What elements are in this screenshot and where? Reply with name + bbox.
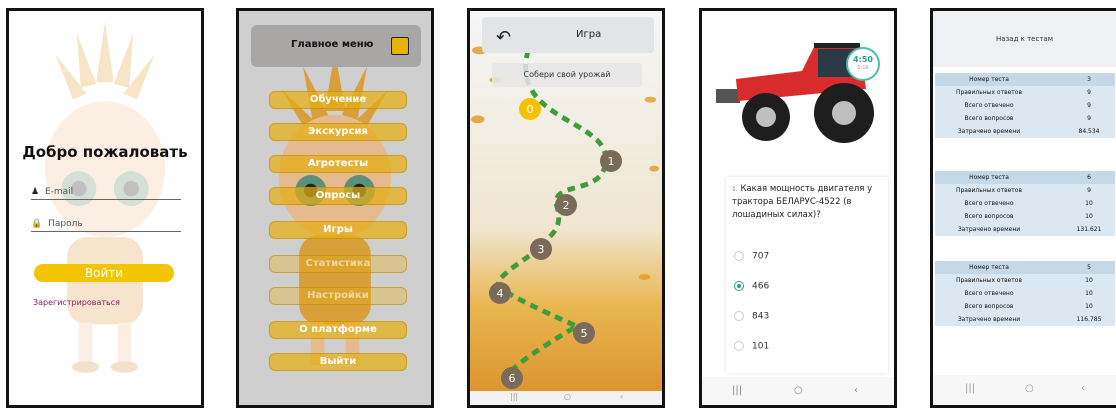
level-0-label: 0: [527, 103, 534, 116]
recent-apps-button[interactable]: |||: [732, 385, 742, 396]
login-button[interactable]: Войти: [34, 264, 174, 282]
level-4-label: 4: [497, 287, 504, 300]
table-row: Всего вопросов 10: [964, 303, 1093, 310]
table-row: Всего отвечено 10: [964, 290, 1093, 297]
radio-icon: [734, 251, 744, 261]
back-button[interactable]: ‹: [620, 392, 623, 401]
user-icon: ♟: [31, 187, 40, 197]
table-row: Всего отвечено 10: [964, 200, 1093, 207]
quiz-timer: 4:50 0:10: [846, 47, 880, 81]
recent-apps-button[interactable]: |||: [510, 392, 518, 401]
game-screen: ↶ Игра Собери свой урожай 0 1 2 3 4 5 6 …: [467, 8, 665, 408]
home-button[interactable]: ○: [564, 392, 571, 401]
radio-icon: [734, 341, 744, 351]
menu-item-excursion[interactable]: Экскурсия: [269, 123, 407, 141]
menu-item-about[interactable]: О платформе: [269, 321, 407, 339]
test-result-block-3: Номер теста 5 Правильных ответов 10 Всего …: [935, 261, 1115, 326]
timer-value: 4:50: [853, 55, 873, 64]
timer-sub: 0:10: [857, 65, 869, 71]
level-6[interactable]: 6: [501, 367, 523, 389]
android-navbar: ||| ○ ‹: [470, 391, 662, 405]
answer-option-4[interactable]: 101: [734, 341, 769, 352]
main-menu-screen: Главное меню Обучение Экскурсия Агротест…: [236, 8, 434, 408]
question-text: Какая мощность двигателя у трактора БЕЛА…: [732, 184, 873, 220]
level-5-label: 5: [581, 327, 588, 340]
mascot-illustration: [44, 21, 166, 373]
level-1-label: 1: [608, 155, 615, 168]
answer-option-3[interactable]: 843: [734, 311, 769, 322]
level-1[interactable]: 1: [600, 150, 622, 172]
home-button[interactable]: ○: [794, 385, 803, 396]
recent-apps-button[interactable]: |||: [965, 383, 975, 394]
back-button[interactable]: ‹: [854, 385, 858, 396]
table-row: Всего вопросов 9: [964, 115, 1091, 122]
table-row: Всего вопросов 10: [964, 213, 1093, 220]
menu-title: Главное меню: [291, 39, 374, 50]
menu-item-games[interactable]: Игры: [269, 221, 407, 239]
home-button[interactable]: ○: [1025, 383, 1034, 394]
level-0[interactable]: 0: [519, 98, 541, 120]
question-number: 1.: [732, 186, 738, 193]
level-5[interactable]: 5: [573, 322, 595, 344]
menu-item-agrotests[interactable]: Агротесты: [269, 155, 407, 173]
menu-item-settings[interactable]: Настройки: [269, 287, 407, 305]
table-row: Номер теста 3: [935, 73, 1115, 86]
level-markers: 0 1 2 3 4 5 6: [489, 98, 622, 389]
profile-icon[interactable]: [391, 37, 409, 55]
login-screen: Добро пожаловать ♟ E-mail 🔒 Пароль Войти…: [6, 8, 204, 408]
back-to-tests-button[interactable]: Назад к тестам: [933, 11, 1116, 67]
level-6-label: 6: [509, 372, 516, 385]
question-text-block: 1. Какая мощность двигателя у трактора Б…: [732, 183, 882, 222]
option-label: 843: [752, 311, 770, 322]
table-row: Правильных ответов 9: [955, 187, 1091, 194]
radio-icon: [734, 311, 744, 321]
level-3[interactable]: 3: [530, 238, 552, 260]
level-2-label: 2: [563, 199, 570, 212]
menu-header: Главное меню: [251, 25, 421, 67]
table-row: Правильных ответов 10: [955, 277, 1093, 284]
radio-selected-icon: [734, 281, 744, 291]
level-4[interactable]: 4: [489, 282, 511, 304]
test-result-block-2: Номер теста 6 Правильных ответов 9 Всего о…: [935, 171, 1115, 236]
welcome-title: Добро пожаловать: [22, 143, 188, 161]
table-row: Затрачено времени 131.621: [957, 226, 1102, 233]
table-row: Номер теста 5: [935, 261, 1115, 274]
answer-option-1[interactable]: 707: [734, 251, 769, 262]
back-button[interactable]: ‹: [1081, 383, 1085, 394]
email-placeholder: E-mail: [44, 187, 74, 197]
lock-icon: 🔒: [31, 219, 43, 229]
table-row: Затрачено времени 84.534: [957, 128, 1100, 135]
menu-item-statistics[interactable]: Статистика: [269, 255, 407, 273]
table-row: Затрачено времени 116.785: [957, 316, 1102, 323]
menu-item-learning[interactable]: Обучение: [269, 91, 407, 109]
table-row: Всего отвечено 9: [964, 102, 1091, 109]
level-3-label: 3: [538, 243, 545, 256]
test-result-block-1: Номер теста 3 Правильных ответов 9 Всего о…: [935, 73, 1115, 138]
email-field[interactable]: ♟ E-mail: [31, 187, 181, 200]
password-field[interactable]: 🔒 Пароль: [31, 219, 181, 232]
menu-item-exit[interactable]: Выйти: [269, 353, 407, 371]
android-navbar: ||| ○ ‹: [702, 377, 894, 405]
answer-option-2[interactable]: 466: [734, 281, 769, 292]
option-label: 707: [752, 251, 770, 262]
option-label: 101: [752, 341, 770, 352]
results-screen: Назад к тестам Номер теста 3 Правильных о…: [930, 8, 1116, 408]
option-label: 466: [752, 281, 770, 292]
menu-item-surveys[interactable]: Опросы: [269, 187, 407, 205]
mascot-illustration: [278, 52, 392, 366]
table-row: Правильных ответов 9: [955, 89, 1091, 96]
level-2[interactable]: 2: [555, 194, 577, 216]
password-placeholder: Пароль: [48, 219, 83, 229]
quiz-screen: 4:50 0:10 1. Какая мощность двигателя у …: [699, 8, 897, 408]
android-navbar: ||| ○ ‹: [933, 375, 1116, 405]
table-row: Номер теста 6: [935, 171, 1115, 184]
register-link[interactable]: Зарегистрироваться: [33, 298, 120, 307]
